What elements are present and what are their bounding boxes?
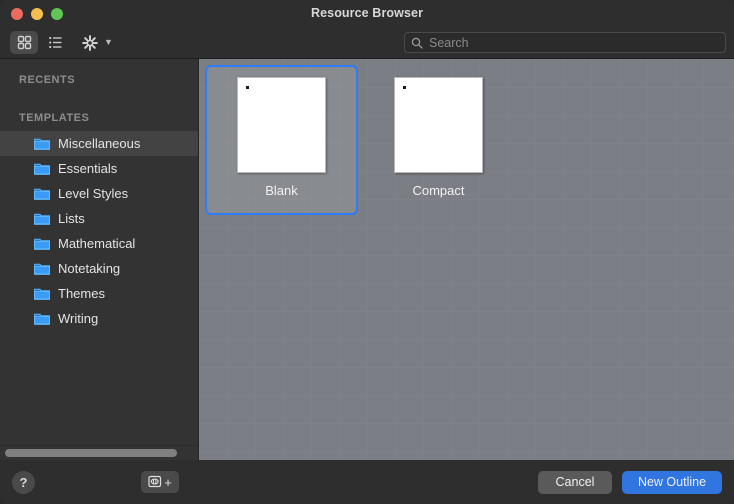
footer-bar: ? + Cancel New Outline: [0, 460, 734, 504]
template-label: Compact: [412, 183, 465, 198]
list-view-icon[interactable]: [41, 31, 69, 54]
document-mark-icon: [403, 86, 406, 89]
toolbar: ▼: [0, 27, 734, 59]
sidebar-item-writing[interactable]: Writing: [0, 306, 198, 331]
search-icon: [411, 37, 423, 49]
sidebar-item-mathematical[interactable]: Mathematical: [0, 231, 198, 256]
new-outline-button[interactable]: New Outline: [622, 470, 722, 494]
sidebar-item-label: Level Styles: [58, 186, 129, 201]
sidebar-item-lists[interactable]: Lists: [0, 206, 198, 231]
add-template-icon: [148, 475, 162, 488]
sidebar: RECENTS TEMPLATES Miscellaneous Essentia…: [0, 59, 199, 460]
folder-icon: [34, 288, 50, 300]
sidebar-item-label: Miscellaneous: [58, 136, 141, 151]
folder-icon: [34, 238, 50, 250]
template-browser-content: Blank Compact: [199, 59, 734, 460]
template-grid: Blank Compact: [199, 59, 734, 217]
window-title: Resource Browser: [310, 6, 424, 20]
sidebar-section-recents-header: RECENTS: [19, 74, 76, 86]
search-field[interactable]: [404, 32, 726, 53]
folder-icon: [34, 263, 50, 275]
folder-icon: [34, 138, 50, 150]
view-mode-group: [10, 31, 69, 54]
resource-browser-window: Resource Browser ▼ Search RECENTS TEMPLA…: [0, 0, 734, 504]
sidebar-item-label: Notetaking: [58, 261, 121, 276]
sidebar-section-templates-header: TEMPLATES: [19, 112, 90, 124]
folder-icon: [34, 188, 50, 200]
window-body: RECENTS TEMPLATES Miscellaneous Essentia…: [0, 59, 734, 460]
document-mark-icon: [246, 86, 249, 89]
minimize-button[interactable]: [31, 7, 43, 20]
sidebar-item-label: Essentials: [58, 161, 118, 176]
zoom-button[interactable]: [51, 7, 63, 20]
gear-icon[interactable]: [78, 31, 102, 54]
sidebar-item-label: Mathematical: [58, 236, 136, 251]
folder-icon: [34, 213, 50, 225]
folder-icon: [34, 313, 50, 325]
template-item-blank[interactable]: Blank: [205, 65, 358, 215]
question-mark-icon: ?: [19, 474, 28, 490]
template-thumbnail: [237, 77, 326, 173]
grid-view-icon[interactable]: [10, 31, 38, 54]
sidebar-scroll-area: RECENTS TEMPLATES Miscellaneous Essentia…: [0, 59, 198, 445]
cancel-button[interactable]: Cancel: [538, 470, 612, 494]
search-input[interactable]: [423, 35, 719, 50]
sidebar-item-label: Lists: [58, 211, 85, 226]
chevron-down-icon[interactable]: ▼: [104, 38, 113, 47]
template-thumbnail: [394, 77, 483, 173]
sidebar-item-level-styles[interactable]: Level Styles: [0, 181, 198, 206]
sidebar-horizontal-scrollbar[interactable]: [0, 445, 198, 460]
sidebar-item-label: Themes: [58, 286, 105, 301]
plus-icon: +: [164, 474, 172, 490]
sidebar-item-notetaking[interactable]: Notetaking: [0, 256, 198, 281]
scrollbar-thumb[interactable]: [5, 449, 177, 457]
titlebar: Resource Browser: [0, 0, 734, 27]
add-template-button[interactable]: +: [141, 471, 179, 493]
close-button[interactable]: [11, 7, 23, 20]
sidebar-item-label: Writing: [58, 311, 99, 326]
traffic-lights: [0, 7, 63, 20]
action-menu[interactable]: ▼: [78, 31, 113, 54]
help-button[interactable]: ?: [12, 470, 35, 494]
sidebar-item-miscellaneous[interactable]: Miscellaneous: [0, 131, 198, 156]
template-label: Blank: [265, 183, 298, 198]
sidebar-item-essentials[interactable]: Essentials: [0, 156, 198, 181]
template-item-compact[interactable]: Compact: [362, 65, 515, 215]
sidebar-item-themes[interactable]: Themes: [0, 281, 198, 306]
folder-icon: [34, 163, 50, 175]
